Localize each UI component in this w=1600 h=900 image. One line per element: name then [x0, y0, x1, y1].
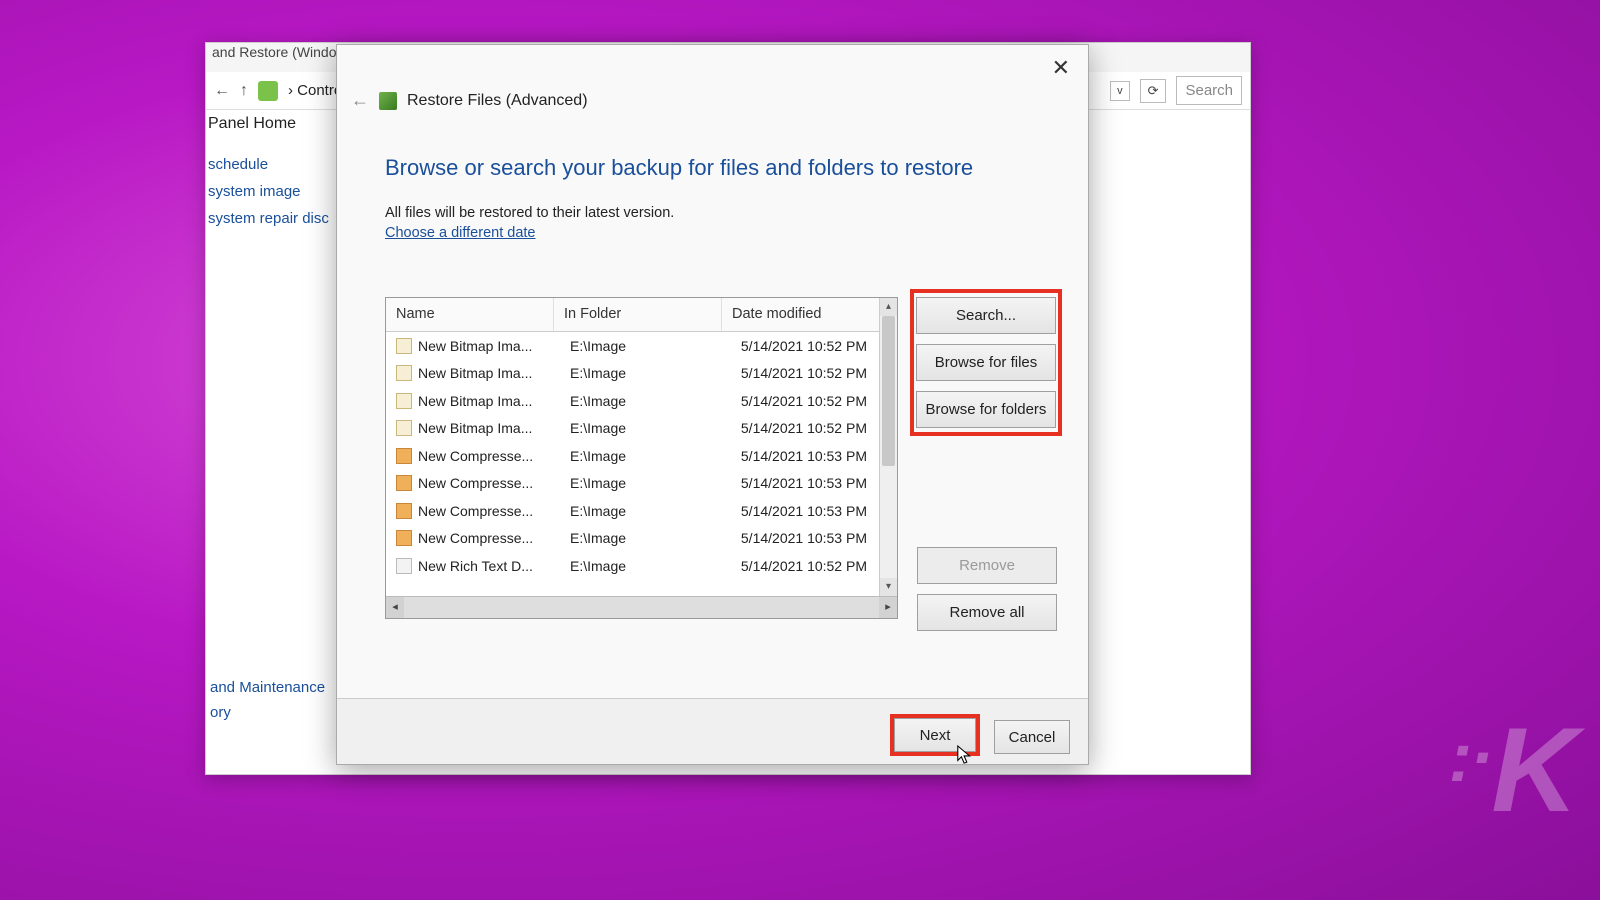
scroll-right-icon[interactable]: ▸ — [879, 597, 897, 618]
browse-files-button[interactable]: Browse for files — [916, 344, 1056, 381]
row-name: New Rich Text D... — [418, 558, 570, 574]
row-name: New Bitmap Ima... — [418, 420, 570, 436]
restore-files-dialog: ✕ ← Restore Files (Advanced) Browse or s… — [336, 44, 1089, 765]
cancel-button[interactable]: Cancel — [994, 720, 1070, 754]
file-icon — [396, 475, 412, 491]
close-icon[interactable]: ✕ — [1052, 55, 1070, 81]
file-icon — [396, 338, 412, 354]
row-date: 5/14/2021 10:53 PM — [738, 475, 879, 491]
row-date: 5/14/2021 10:52 PM — [738, 420, 879, 436]
row-folder: E:\Image — [570, 420, 738, 436]
table-row[interactable]: New Bitmap Ima...E:\Image5/14/2021 10:52… — [386, 360, 879, 388]
file-icon — [396, 503, 412, 519]
table-row[interactable]: New Rich Text D...E:\Image5/14/2021 10:5… — [386, 552, 879, 580]
row-name: New Compresse... — [418, 475, 570, 491]
col-name[interactable]: Name — [386, 298, 554, 331]
sidebar-item-schedule[interactable]: schedule — [206, 151, 348, 178]
file-icon — [396, 365, 412, 381]
row-folder: E:\Image — [570, 448, 738, 464]
list-body[interactable]: New Bitmap Ima...E:\Image5/14/2021 10:52… — [386, 332, 879, 596]
sidebar-item-maintenance[interactable]: and Maintenance — [208, 675, 327, 700]
remove-button: Remove — [917, 547, 1057, 584]
table-row[interactable]: New Bitmap Ima...E:\Image5/14/2021 10:52… — [386, 415, 879, 443]
cp-icon — [258, 81, 278, 101]
col-folder[interactable]: In Folder — [554, 298, 722, 331]
list-header: Name In Folder Date modified — [386, 298, 897, 332]
row-name: New Bitmap Ima... — [418, 365, 570, 381]
sidebar-home[interactable]: Panel Home — [206, 110, 348, 151]
dialog-footer: Next Cancel — [337, 698, 1088, 764]
nav-back-icon[interactable]: ← — [214, 82, 230, 100]
col-date[interactable]: Date modified — [722, 298, 897, 331]
highlight-browse-group: Search... Browse for files Browse for fo… — [910, 289, 1062, 436]
addr-dropdown-icon[interactable]: v — [1110, 81, 1130, 101]
row-folder: E:\Image — [570, 475, 738, 491]
table-row[interactable]: New Compresse...E:\Image5/14/2021 10:53 … — [386, 525, 879, 553]
browse-buttons-group: Search... Browse for files Browse for fo… — [910, 289, 1062, 442]
remove-buttons-group: Remove Remove all — [912, 545, 1062, 633]
row-folder: E:\Image — [570, 530, 738, 546]
scroll-left-icon[interactable]: ◂ — [386, 597, 404, 618]
row-date: 5/14/2021 10:53 PM — [738, 530, 879, 546]
scroll-thumb[interactable] — [882, 316, 895, 466]
row-name: New Compresse... — [418, 503, 570, 519]
browse-folders-button[interactable]: Browse for folders — [916, 391, 1056, 428]
dialog-back-icon[interactable]: ← — [351, 90, 369, 111]
file-list: Name In Folder Date modified New Bitmap … — [385, 297, 898, 619]
row-date: 5/14/2021 10:53 PM — [738, 448, 879, 464]
row-folder: E:\Image — [570, 338, 738, 354]
row-folder: E:\Image — [570, 365, 738, 381]
sidebar-item-system-image[interactable]: system image — [206, 178, 348, 205]
row-folder: E:\Image — [570, 503, 738, 519]
row-date: 5/14/2021 10:52 PM — [738, 338, 879, 354]
scroll-up-icon[interactable]: ▴ — [880, 298, 897, 316]
watermark: :·K — [1449, 701, 1572, 840]
search-input[interactable]: Search — [1176, 76, 1242, 105]
refresh-icon[interactable]: ⟳ — [1140, 79, 1167, 103]
file-icon — [396, 530, 412, 546]
choose-date-link[interactable]: Choose a different date — [385, 225, 535, 241]
vertical-scrollbar[interactable]: ▴ ▾ — [879, 298, 897, 596]
search-button[interactable]: Search... — [916, 297, 1056, 334]
bg-sidebar: Panel Home schedule system image system … — [206, 110, 348, 232]
nav-up-icon[interactable]: ↑ — [240, 82, 248, 100]
table-row[interactable]: New Compresse...E:\Image5/14/2021 10:53 … — [386, 470, 879, 498]
row-date: 5/14/2021 10:53 PM — [738, 503, 879, 519]
horizontal-scrollbar[interactable]: ◂ ▸ — [386, 596, 897, 618]
next-button[interactable]: Next — [894, 718, 976, 752]
dialog-heading: Browse or search your backup for files a… — [385, 155, 973, 181]
scroll-down-icon[interactable]: ▾ — [880, 578, 897, 596]
row-name: New Compresse... — [418, 530, 570, 546]
row-date: 5/14/2021 10:52 PM — [738, 558, 879, 574]
row-date: 5/14/2021 10:52 PM — [738, 393, 879, 409]
highlight-next: Next — [890, 714, 980, 756]
row-folder: E:\Image — [570, 558, 738, 574]
sidebar-item-repair-disc[interactable]: system repair disc — [206, 205, 348, 232]
remove-all-button[interactable]: Remove all — [917, 594, 1057, 631]
dialog-subtext: All files will be restored to their late… — [385, 205, 674, 221]
table-row[interactable]: New Compresse...E:\Image5/14/2021 10:53 … — [386, 497, 879, 525]
sidebar-item-ory[interactable]: ory — [208, 700, 327, 725]
row-name: New Compresse... — [418, 448, 570, 464]
table-row[interactable]: New Compresse...E:\Image5/14/2021 10:53 … — [386, 442, 879, 470]
file-icon — [396, 420, 412, 436]
file-icon — [396, 448, 412, 464]
file-icon — [396, 393, 412, 409]
table-row[interactable]: New Bitmap Ima...E:\Image5/14/2021 10:52… — [386, 387, 879, 415]
row-date: 5/14/2021 10:52 PM — [738, 365, 879, 381]
row-name: New Bitmap Ima... — [418, 338, 570, 354]
restore-icon — [379, 92, 397, 110]
row-folder: E:\Image — [570, 393, 738, 409]
file-icon — [396, 558, 412, 574]
dialog-title: Restore Files (Advanced) — [407, 92, 588, 110]
table-row[interactable]: New Bitmap Ima...E:\Image5/14/2021 10:52… — [386, 332, 879, 360]
row-name: New Bitmap Ima... — [418, 393, 570, 409]
